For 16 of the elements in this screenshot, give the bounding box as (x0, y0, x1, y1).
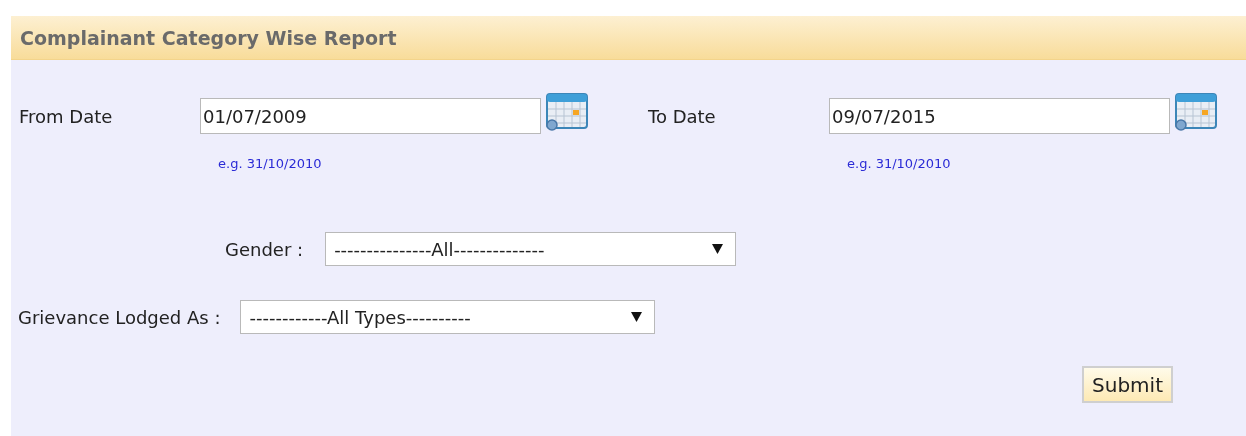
date-input[interactable]: 01/07/2009 (200, 98, 541, 134)
caret-icon (631, 312, 643, 322)
submit-button[interactable]: Submit (1082, 366, 1173, 403)
dropdown[interactable]: ---------------All-------------- (325, 232, 737, 266)
report-title: Complainant Category Wise Report (11, 16, 1246, 60)
date-input[interactable]: 09/07/2015 (829, 98, 1170, 134)
caret-icon (712, 244, 724, 254)
format-hint: e.g. 31/10/2010 (218, 156, 322, 171)
calendar-icon[interactable] (1173, 92, 1219, 132)
field-label: Gender : (225, 238, 304, 260)
dropdown[interactable]: ------------All Types---------- (240, 300, 656, 334)
calendar-icon[interactable] (544, 92, 590, 132)
field-label: To Date (648, 105, 717, 127)
field-label: From Date (19, 105, 114, 127)
field-label: Grievance Lodged As : (18, 306, 221, 328)
format-hint: e.g. 31/10/2010 (847, 156, 951, 171)
